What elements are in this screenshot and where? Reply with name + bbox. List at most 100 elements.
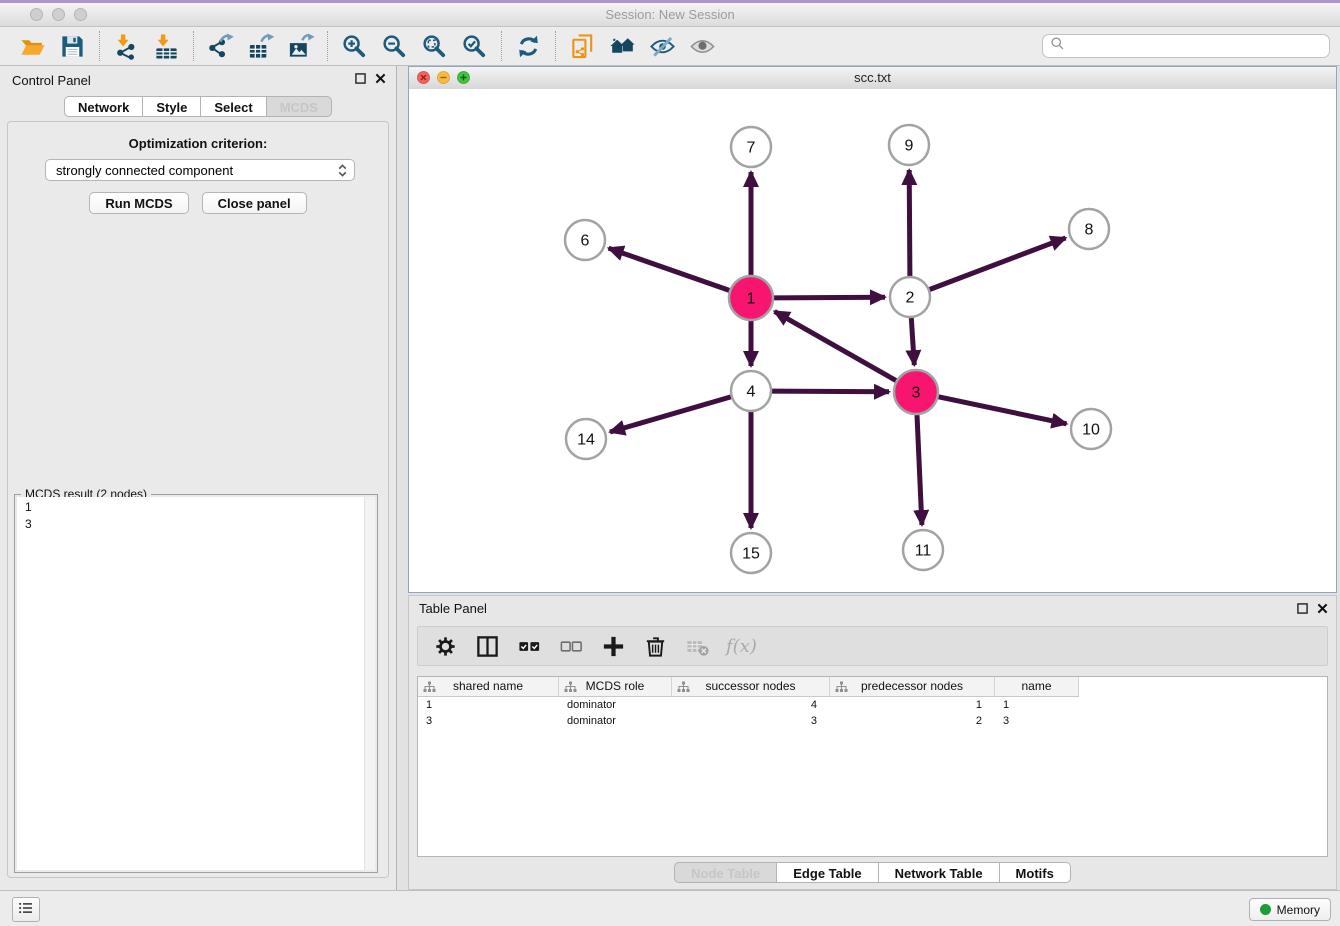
export-image-icon[interactable] (285, 31, 316, 62)
control-panel: Control Panel NetworkStyleSelectMCDS Opt… (0, 66, 397, 890)
column-header-shared-name[interactable]: shared name (418, 677, 559, 697)
float-panel-icon[interactable] (355, 73, 366, 84)
save-session-icon[interactable] (57, 31, 88, 62)
table-tab-motifs[interactable]: Motifs (1000, 862, 1071, 883)
refresh-icon[interactable] (513, 31, 544, 62)
function-icon: f(x) (726, 633, 757, 660)
tab-mcds[interactable]: MCDS (267, 96, 332, 117)
edge-1-6[interactable] (609, 248, 730, 290)
edge-2-8[interactable] (930, 238, 1066, 290)
memory-button[interactable]: Memory (1249, 898, 1331, 921)
import-table-icon[interactable] (151, 31, 182, 62)
run-mcds-button[interactable]: Run MCDS (89, 192, 188, 214)
column-header-mcds-role[interactable]: MCDS role (559, 677, 672, 697)
result-scrollbar[interactable] (364, 497, 375, 870)
graph-node-7[interactable]: 7 (731, 127, 771, 167)
edge-4-3[interactable] (772, 391, 889, 392)
graph-node-2[interactable]: 2 (890, 277, 930, 317)
table-tab-network-table[interactable]: Network Table (879, 862, 1000, 883)
table-cell[interactable]: 3 (995, 713, 1079, 729)
main-toolbar (0, 27, 1340, 66)
table-cell[interactable]: 4 (672, 697, 830, 713)
clone-network-icon[interactable] (567, 31, 598, 62)
mcds-result-list[interactable]: 13 (17, 497, 375, 870)
select-all-icon[interactable] (516, 633, 543, 660)
graph-node-10[interactable]: 10 (1071, 409, 1111, 449)
node-label: 6 (581, 233, 590, 250)
graph-node-4[interactable]: 4 (731, 371, 771, 411)
node-label: 14 (577, 432, 595, 449)
network-window-titlebar[interactable]: scc.txt (409, 67, 1336, 90)
graph-node-6[interactable]: 6 (565, 220, 605, 260)
table-cell[interactable]: 1 (418, 697, 559, 713)
open-session-icon[interactable] (17, 31, 48, 62)
add-row-icon[interactable] (600, 633, 627, 660)
graph-node-3[interactable]: 3 (894, 370, 938, 414)
zoom-fit-icon[interactable] (419, 31, 450, 62)
tab-select[interactable]: Select (201, 96, 266, 117)
edge-3-10[interactable] (939, 397, 1067, 424)
edge-3-11[interactable] (917, 415, 922, 525)
node-label: 7 (747, 140, 756, 157)
edge-2-9[interactable] (909, 170, 910, 276)
edge-4-14[interactable] (610, 397, 731, 432)
node-label: 3 (912, 385, 921, 402)
settings-icon[interactable] (432, 633, 459, 660)
tab-network[interactable]: Network (64, 96, 143, 117)
columns-icon[interactable] (474, 633, 501, 660)
column-header-name[interactable]: name (995, 677, 1079, 697)
close-panel-button[interactable]: Close panel (202, 192, 307, 214)
table-row[interactable]: 3dominator323 (418, 713, 1327, 729)
graph-node-15[interactable]: 15 (731, 533, 771, 573)
network-canvas-area[interactable]: 7 9 6 8 1 2 4 3 14 10 15 11 (409, 89, 1336, 592)
graph-node-11[interactable]: 11 (903, 530, 943, 570)
table-tab-node-table[interactable]: Node Table (674, 862, 777, 883)
search-input[interactable] (1069, 38, 1329, 55)
edge-3-1[interactable] (775, 311, 897, 380)
column-header-predecessor-nodes[interactable]: predecessor nodes (830, 677, 995, 697)
close-table-panel-icon[interactable] (1317, 601, 1328, 619)
node-label: 2 (906, 290, 915, 307)
table-tab-edge-table[interactable]: Edge Table (777, 862, 878, 883)
table-cell[interactable]: dominator (559, 713, 672, 729)
tab-style[interactable]: Style (143, 96, 201, 117)
window-titlebar: Session: New Session (0, 3, 1340, 27)
graph-node-14[interactable]: 14 (566, 419, 606, 459)
hide-selected-icon[interactable] (647, 31, 678, 62)
graph-node-9[interactable]: 9 (889, 125, 929, 165)
import-network-icon[interactable] (111, 31, 142, 62)
edge-1-2[interactable] (774, 297, 885, 298)
export-network-icon[interactable] (205, 31, 236, 62)
edge-2-3[interactable] (911, 318, 914, 365)
delete-row-icon[interactable] (642, 633, 669, 660)
table-row[interactable]: 1dominator411 (418, 697, 1327, 713)
export-table-icon[interactable] (245, 31, 276, 62)
optimization-label: Optimization criterion: (8, 136, 388, 151)
minimize-network-button[interactable] (437, 71, 450, 84)
zoom-in-icon[interactable] (339, 31, 370, 62)
search-box[interactable] (1042, 34, 1330, 58)
maximize-network-button[interactable] (457, 71, 470, 84)
float-table-panel-icon[interactable] (1297, 601, 1308, 619)
table-cell[interactable]: 3 (418, 713, 559, 729)
table-cell[interactable]: 1 (995, 697, 1079, 713)
zoom-out-icon[interactable] (379, 31, 410, 62)
column-header-successor-nodes[interactable]: successor nodes (672, 677, 830, 697)
table-cell[interactable]: 1 (830, 697, 995, 713)
optimization-dropdown[interactable]: strongly connected component (45, 159, 355, 181)
control-panel-title: Control Panel (12, 73, 91, 88)
table-cell[interactable]: dominator (559, 697, 672, 713)
close-panel-icon[interactable] (375, 73, 386, 84)
network-graph[interactable]: 7 9 6 8 1 2 4 3 14 10 15 11 (409, 89, 1336, 592)
graph-node-1[interactable]: 1 (729, 276, 773, 320)
task-history-button[interactable] (12, 897, 40, 922)
table-cell[interactable]: 3 (672, 713, 830, 729)
column-label: predecessor nodes (861, 679, 963, 693)
node-label: 1 (747, 291, 756, 308)
zoom-selected-icon[interactable] (459, 31, 490, 62)
deselect-all-icon[interactable] (558, 633, 585, 660)
graph-node-8[interactable]: 8 (1069, 209, 1109, 249)
table-cell[interactable]: 2 (830, 713, 995, 729)
close-network-button[interactable] (417, 71, 430, 84)
home-icon[interactable] (607, 31, 638, 62)
